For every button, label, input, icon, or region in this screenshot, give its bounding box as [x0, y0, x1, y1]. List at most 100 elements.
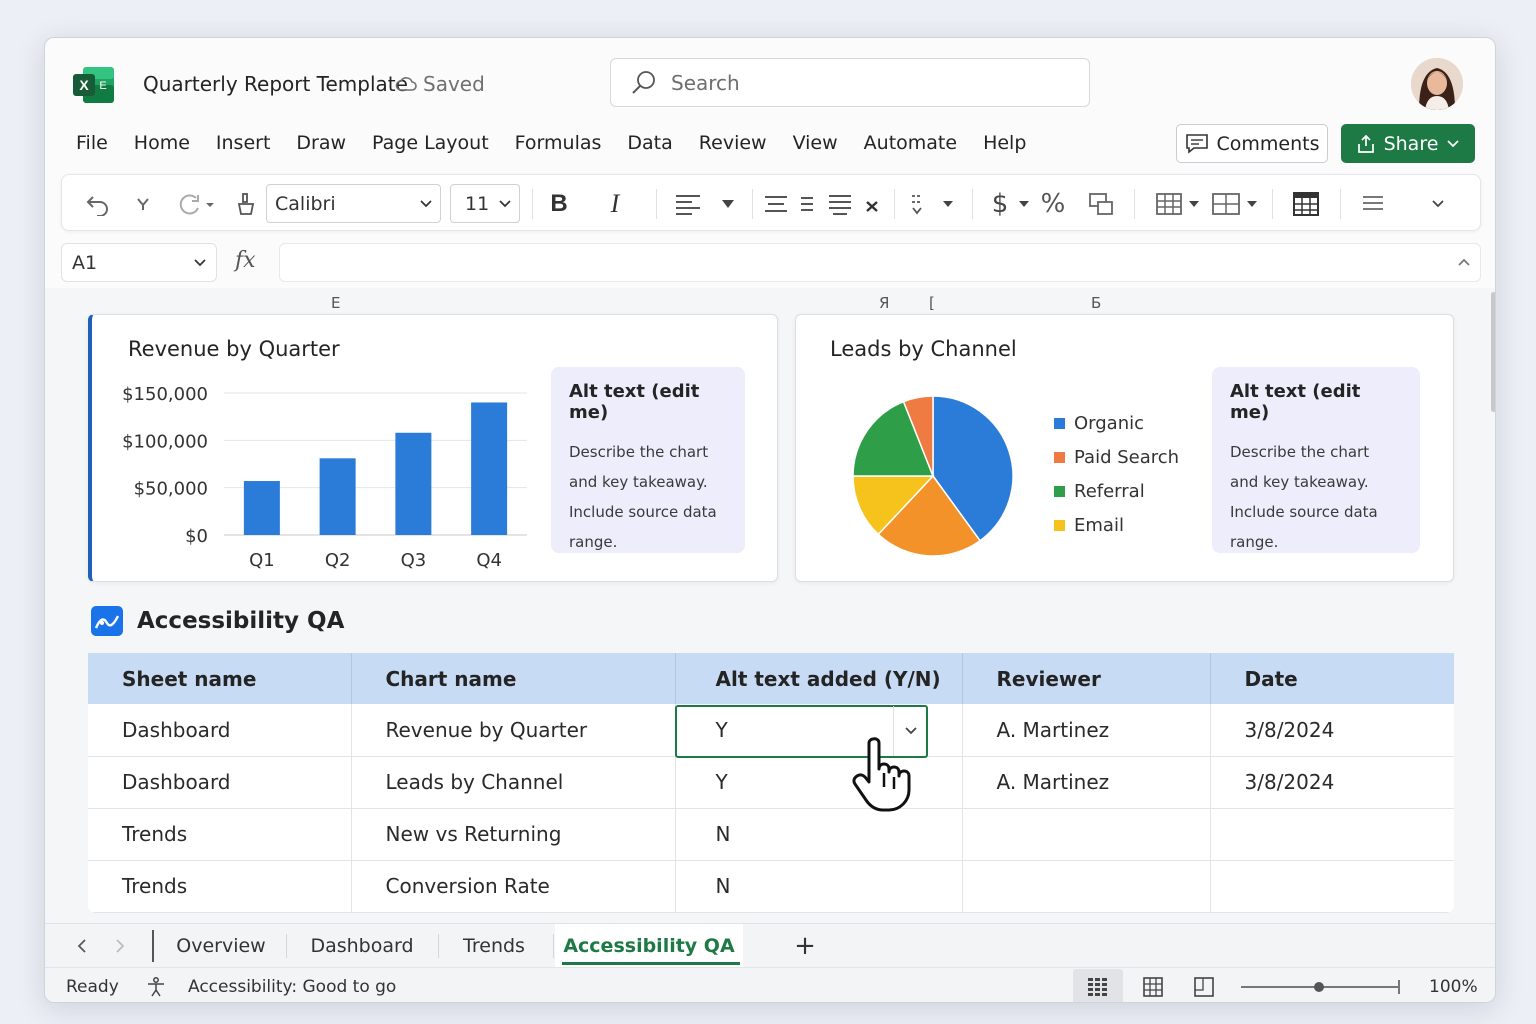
- column-header[interactable]: Sheet name: [88, 653, 352, 704]
- menu-view[interactable]: View: [793, 132, 838, 154]
- table-cell[interactable]: [962, 808, 1211, 861]
- tab-trends[interactable]: Trends: [439, 924, 549, 967]
- column-header[interactable]: Я: [879, 294, 889, 312]
- zoom-slider[interactable]: [1239, 976, 1405, 998]
- table-cell[interactable]: Leads by Channel: [351, 756, 676, 809]
- bar[interactable]: [319, 458, 356, 535]
- table-cell[interactable]: Revenue by Quarter: [351, 704, 676, 757]
- table-cell[interactable]: Conversion Rate: [351, 860, 676, 913]
- conditional-format-icon[interactable]: [1154, 175, 1184, 232]
- menu-review[interactable]: Review: [699, 132, 767, 154]
- format-painter-icon[interactable]: [232, 175, 260, 232]
- accessibility-check-icon[interactable]: [145, 976, 167, 998]
- bar[interactable]: [395, 432, 432, 535]
- menu-home[interactable]: Home: [134, 132, 190, 154]
- clear-icon[interactable]: [128, 175, 158, 232]
- column-header[interactable]: Б: [1091, 294, 1101, 312]
- menu-formulas[interactable]: Formulas: [515, 132, 602, 154]
- chevron-up-icon[interactable]: [1458, 258, 1470, 266]
- menu-data[interactable]: Data: [627, 132, 672, 154]
- add-sheet-icon[interactable]: +: [787, 924, 823, 967]
- undo-icon[interactable]: [80, 175, 116, 232]
- font-size-select[interactable]: 11: [450, 184, 520, 223]
- tab-dashboard[interactable]: Dashboard: [287, 924, 437, 967]
- column-header[interactable]: Reviewer: [962, 653, 1211, 704]
- caret-down-icon[interactable]: [1186, 175, 1202, 232]
- menu-draw[interactable]: Draw: [296, 132, 346, 154]
- alt-text-box[interactable]: Alt text (edit me) Describe the chart an…: [551, 367, 745, 553]
- menu-insert[interactable]: Insert: [216, 132, 271, 154]
- table-cell[interactable]: [1210, 808, 1454, 861]
- menu-help[interactable]: Help: [983, 132, 1026, 154]
- vertical-scrollbar[interactable]: [1491, 292, 1495, 412]
- tab-scroll-right-icon[interactable]: [109, 924, 131, 967]
- bar[interactable]: [243, 481, 280, 535]
- chevron-down-icon[interactable]: [1446, 139, 1460, 149]
- normal-view-icon[interactable]: [1073, 969, 1123, 1002]
- menu-page-layout[interactable]: Page Layout: [372, 132, 489, 154]
- currency-icon[interactable]: $: [986, 175, 1014, 232]
- align-center-icon[interactable]: [762, 175, 790, 232]
- menu-automate[interactable]: Automate: [864, 132, 957, 154]
- share-button[interactable]: Share: [1341, 124, 1475, 163]
- tab-accessibility-qa[interactable]: Accessibility QA: [555, 924, 743, 967]
- clear-format-icon[interactable]: [860, 175, 884, 232]
- cell-styles-icon[interactable]: [1358, 175, 1388, 232]
- page-break-view-icon[interactable]: [1179, 969, 1229, 1002]
- revenue-chart-card[interactable]: Revenue by Quarter $0 $50,000 $100,000 $150…: [88, 314, 778, 582]
- table-cell[interactable]: A. Martinez: [962, 704, 1211, 757]
- format-as-table-icon[interactable]: [1290, 175, 1322, 232]
- tab-overview[interactable]: Overview: [157, 924, 285, 967]
- column-header[interactable]: Chart name: [351, 653, 676, 704]
- table-cell[interactable]: Trends: [88, 860, 352, 913]
- leads-chart-card[interactable]: Leads by Channel Organic Paid Search Ref…: [795, 314, 1454, 582]
- document-title[interactable]: Quarterly Report Template: [143, 72, 408, 96]
- table-cell[interactable]: Dashboard: [88, 756, 352, 809]
- bar[interactable]: [471, 402, 508, 535]
- bold-icon[interactable]: B: [544, 175, 574, 232]
- table-cell[interactable]: 3/8/2024: [1210, 756, 1454, 809]
- fx-label[interactable]: fx: [235, 248, 256, 273]
- zoom-level[interactable]: 100%: [1429, 977, 1478, 997]
- borders-icon[interactable]: [1210, 175, 1242, 232]
- number-format-icon[interactable]: [1086, 175, 1116, 232]
- table-cell[interactable]: A. Martinez: [962, 756, 1211, 809]
- column-header[interactable]: E: [331, 294, 340, 312]
- ribbon-expand-icon[interactable]: [1424, 175, 1452, 232]
- table-cell[interactable]: N: [675, 860, 963, 913]
- column-header[interactable]: Date: [1210, 653, 1454, 704]
- table-cell[interactable]: [1210, 860, 1454, 913]
- font-name-select[interactable]: Calibri: [266, 184, 441, 223]
- menu-file[interactable]: File: [76, 132, 108, 154]
- column-header[interactable]: Alt text added (Y/N): [675, 653, 963, 704]
- caret-down-icon[interactable]: [1016, 175, 1032, 232]
- table-cell[interactable]: New vs Returning: [351, 808, 676, 861]
- caret-down-icon[interactable]: [938, 175, 958, 232]
- italic-icon[interactable]: I: [600, 175, 630, 232]
- comments-button[interactable]: Comments: [1176, 124, 1328, 163]
- status-accessibility[interactable]: Accessibility: Good to go: [188, 977, 396, 997]
- caret-down-icon[interactable]: [1244, 175, 1260, 232]
- column-header[interactable]: [: [929, 294, 935, 312]
- wrap-text-icon[interactable]: [826, 175, 854, 232]
- align-middle-icon[interactable]: [796, 175, 818, 232]
- page-layout-view-icon[interactable]: [1128, 969, 1178, 1002]
- leads-pie-chart[interactable]: [850, 393, 1016, 559]
- table-cell[interactable]: 3/8/2024: [1210, 704, 1454, 757]
- zoom-thumb[interactable]: [1314, 982, 1324, 992]
- tab-scroll-left-icon[interactable]: [71, 924, 93, 967]
- table-cell[interactable]: Trends: [88, 808, 352, 861]
- user-avatar[interactable]: [1411, 58, 1463, 110]
- text-direction-icon[interactable]: [904, 175, 930, 232]
- search-input[interactable]: Search: [610, 58, 1090, 107]
- formula-input[interactable]: [279, 243, 1481, 282]
- name-box[interactable]: A1: [61, 243, 217, 282]
- table-cell[interactable]: Dashboard: [88, 704, 352, 757]
- caret-down-icon[interactable]: [718, 175, 738, 232]
- align-left-icon[interactable]: [670, 175, 706, 232]
- table-cell[interactable]: [962, 860, 1211, 913]
- redo-icon[interactable]: [172, 175, 220, 232]
- revenue-bar-chart[interactable]: $0 $50,000 $100,000 $150,000 Q1 Q2 Q3 Q4: [112, 375, 542, 575]
- alt-text-box[interactable]: Alt text (edit me) Describe the chart an…: [1212, 367, 1420, 553]
- percent-icon[interactable]: %: [1038, 175, 1068, 232]
